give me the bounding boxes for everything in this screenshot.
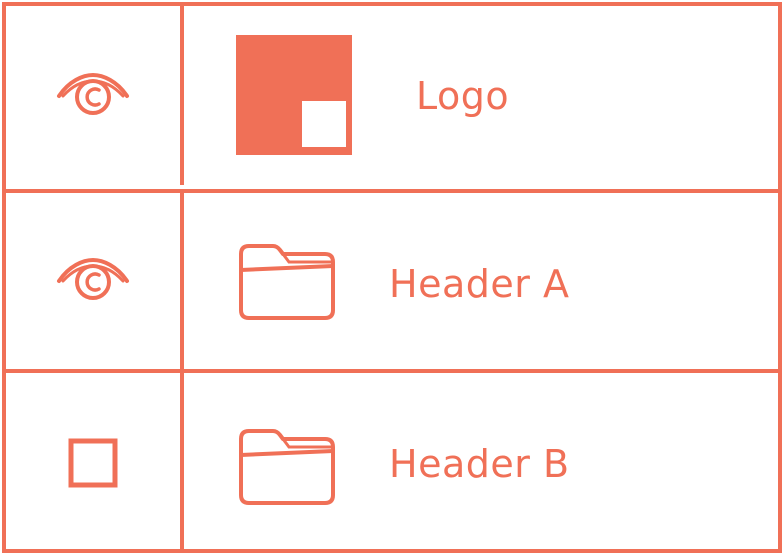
visibility-toggle-header-b[interactable]: [6, 373, 184, 553]
layer-label-header-b: Header B: [389, 442, 570, 486]
layer-row-header-b[interactable]: Header B: [6, 369, 778, 553]
eye-icon[interactable]: [55, 258, 131, 304]
layer-content-logo[interactable]: Logo: [184, 6, 778, 185]
folder-icon: [239, 429, 335, 505]
visibility-toggle-header-a[interactable]: [6, 193, 184, 369]
eye-icon[interactable]: [55, 72, 131, 119]
layer-row-logo[interactable]: Logo: [6, 6, 778, 185]
layer-label-logo: Logo: [416, 74, 510, 118]
layer-content-header-a[interactable]: Header A: [184, 193, 778, 369]
visibility-toggle-logo[interactable]: [6, 6, 184, 185]
folder-icon: [239, 244, 335, 320]
layer-row-header-a[interactable]: Header A: [6, 189, 778, 369]
image-layer-icon: [236, 35, 352, 155]
empty-checkbox-icon[interactable]: [68, 438, 118, 488]
layers-panel: Logo Header A Header B: [2, 2, 782, 553]
layer-content-header-b[interactable]: Header B: [184, 373, 778, 553]
layer-label-header-a: Header A: [389, 262, 570, 306]
